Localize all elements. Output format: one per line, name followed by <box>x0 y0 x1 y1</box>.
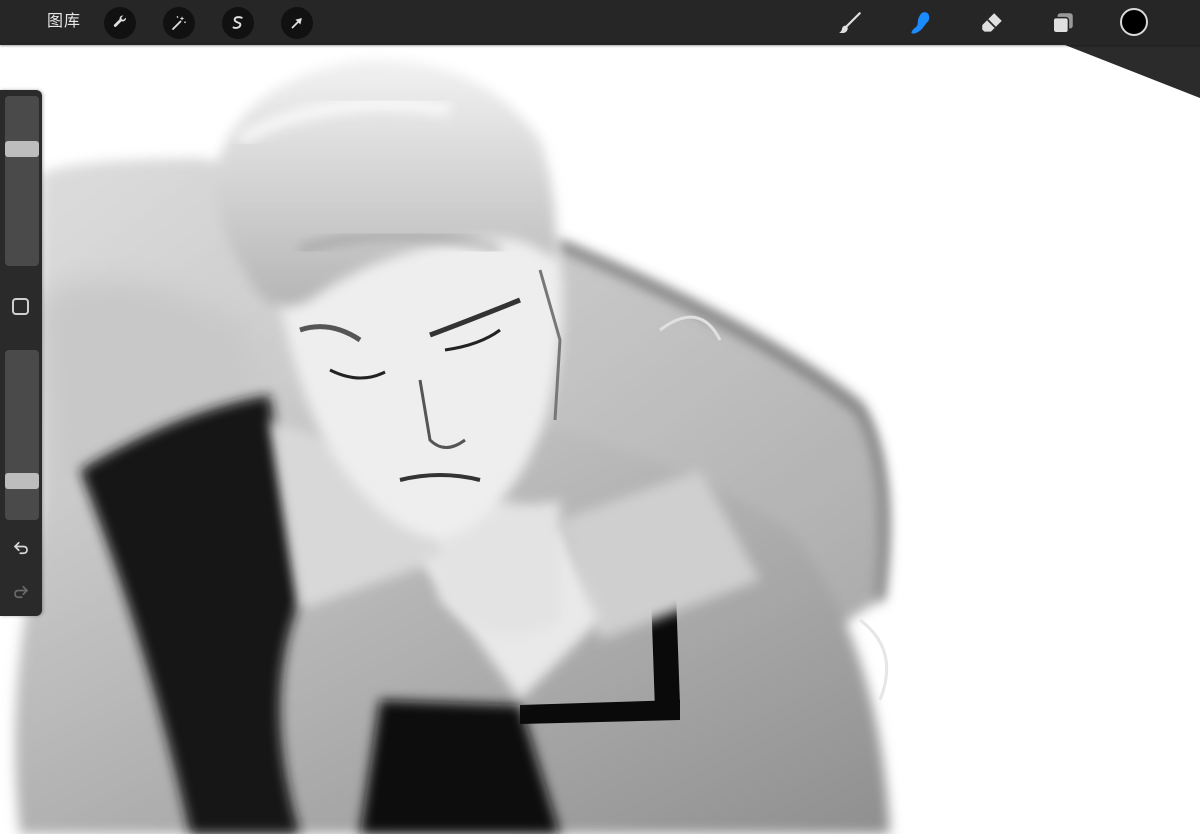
side-toolbar <box>0 90 42 616</box>
transform-button[interactable] <box>281 7 313 39</box>
color-picker-button[interactable] <box>1120 8 1148 36</box>
magic-wand-icon <box>172 16 186 30</box>
redo-button[interactable] <box>9 580 33 604</box>
brush-opacity-slider[interactable] <box>5 350 39 520</box>
top-toolbar: 图库 <box>0 0 1200 45</box>
layers-tool[interactable] <box>1046 6 1080 40</box>
brush-opacity-slider-thumb[interactable] <box>5 472 39 489</box>
wrench-icon <box>113 15 126 27</box>
brush-size-slider[interactable] <box>5 96 39 266</box>
undo-icon <box>14 541 28 555</box>
adjustments-button[interactable] <box>163 7 195 39</box>
smudge-finger-icon <box>911 12 930 34</box>
brush-icon <box>839 12 861 34</box>
square-modify-icon[interactable] <box>12 298 29 315</box>
redo-icon <box>14 585 28 599</box>
selection-button[interactable] <box>222 7 254 39</box>
smudge-tool[interactable] <box>904 6 938 40</box>
layers-icon <box>1052 13 1073 34</box>
brush-size-slider-thumb[interactable] <box>5 140 39 157</box>
actions-button[interactable] <box>104 7 136 39</box>
eraser-tool[interactable] <box>975 6 1009 40</box>
selection-s-icon <box>232 16 243 29</box>
arrow-cursor-icon <box>291 18 302 29</box>
drawing-canvas[interactable] <box>0 0 1200 834</box>
undo-button[interactable] <box>9 536 33 560</box>
artwork-illustration <box>15 45 1200 834</box>
gallery-button[interactable]: 图库 <box>47 12 81 32</box>
brush-tool[interactable] <box>833 6 867 40</box>
eraser-icon <box>982 13 1002 32</box>
